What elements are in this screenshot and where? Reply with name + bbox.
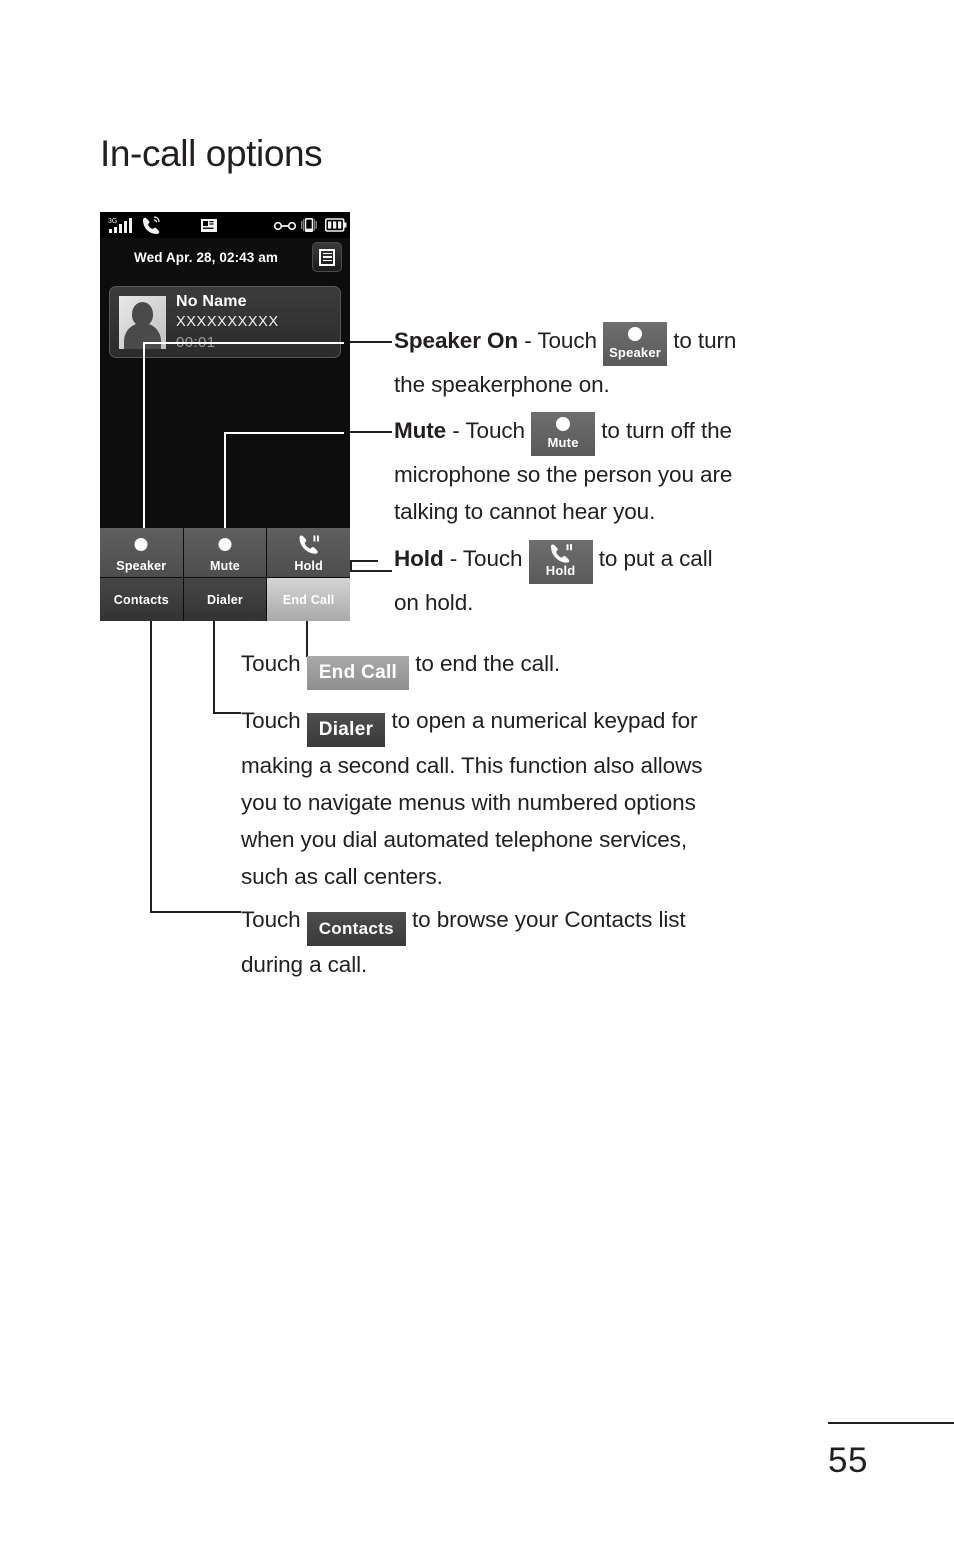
annotation-dash: - — [518, 328, 538, 353]
annotation-after: to turn off the — [595, 418, 732, 443]
phone-screenshot: 3G Wed Apr. 28, 02:43 am No Name XXXXXXX… — [100, 212, 350, 621]
annotation-term-hold: Hold — [394, 546, 444, 571]
annotation-touch: Touch — [537, 328, 604, 353]
annotation-after: to browse your Contacts list — [405, 907, 686, 932]
annotation-touch: Touch — [241, 907, 307, 932]
annotation-term-mute: Mute — [394, 418, 447, 443]
annotation-line3: talking to cannot hear you. — [394, 499, 656, 524]
phone-status-bar: 3G — [100, 212, 350, 238]
phone-button-grid: Speaker Mute Hold Contacts Dialer End Ca… — [100, 528, 350, 621]
svg-text:3G: 3G — [108, 218, 117, 225]
footer-rule — [828, 1422, 954, 1424]
leader-line-hold-h2 — [350, 570, 392, 572]
inline-chip-speaker[interactable]: Speaker — [603, 322, 668, 366]
vibrate-icon — [301, 218, 317, 232]
annotation-speaker: Speaker On - Touch Speaker to turn the s… — [394, 322, 834, 403]
inline-chip-hold[interactable]: Hold — [528, 540, 593, 584]
annotation-mute: Mute - Touch Mute to turn off the microp… — [394, 412, 834, 530]
annotation-touch: Touch — [241, 651, 307, 676]
annotation-contacts: Touch Contacts to browse your Contacts l… — [241, 901, 841, 983]
phone-button-label: Dialer — [207, 592, 243, 607]
phone-button-mute[interactable]: Mute — [183, 528, 267, 577]
leader-line-dialer-h — [213, 712, 241, 714]
hold-icon — [550, 544, 572, 563]
page-title: In-call options — [100, 133, 323, 174]
annotation-term-speaker: Speaker On — [394, 328, 519, 353]
page-number: 55 — [828, 1441, 868, 1480]
dot-icon — [628, 327, 643, 341]
leader-speaker-vertical — [143, 342, 145, 550]
leader-mute-horizontal — [224, 432, 344, 434]
phone-button-hold[interactable]: Hold — [267, 528, 350, 577]
dot-icon — [218, 538, 232, 551]
battery-icon — [325, 218, 347, 232]
menu-lines-glyph — [319, 248, 335, 266]
menu-icon[interactable] — [312, 242, 342, 272]
annotation-line5: such as call centers. — [241, 864, 443, 889]
handset-off-icon — [274, 221, 296, 231]
hold-icon — [299, 535, 319, 554]
dot-icon — [556, 417, 571, 431]
leader-speaker-horizontal — [143, 342, 344, 344]
leader-line-hold-h1 — [350, 560, 378, 562]
leader-line-mute — [350, 431, 392, 433]
annotation-after: to turn — [667, 328, 737, 353]
annotation-dash: - — [446, 418, 466, 443]
annotation-hold: Hold - Touch Hold to put a call on hold. — [394, 540, 834, 621]
annotation-line3: you to navigate menus with numbered opti… — [241, 790, 696, 815]
annotation-line2: during a call. — [241, 952, 368, 977]
leader-line-contacts-h — [150, 911, 241, 913]
app-icon — [201, 219, 217, 232]
inline-chip-dialer[interactable]: Dialer — [306, 713, 386, 747]
leader-line-contacts-v — [150, 621, 152, 913]
phone-button-contacts[interactable]: Contacts — [100, 578, 183, 621]
annotation-touch: Touch — [462, 546, 529, 571]
annotation-endcall: Touch End Call to end the call. — [241, 645, 841, 690]
dot-icon — [134, 538, 148, 551]
phone-button-label: Mute — [210, 558, 240, 573]
phone-button-dialer[interactable]: Dialer — [183, 578, 267, 621]
inline-chip-label: Mute — [547, 435, 579, 450]
phone-button-label: Contacts — [113, 592, 169, 607]
inline-chip-mute[interactable]: Mute — [531, 412, 596, 456]
leader-line-dialer-v — [213, 621, 215, 714]
phone-button-endcall[interactable]: End Call — [267, 578, 350, 621]
inline-chip-label: Hold — [545, 563, 576, 578]
phone-date-bar: Wed Apr. 28, 02:43 am — [100, 238, 350, 280]
inline-chip-contacts[interactable]: Contacts — [306, 912, 406, 946]
annotation-touch: Touch — [241, 708, 307, 733]
annotation-line2: on hold. — [394, 590, 474, 615]
annotation-after: to put a call — [592, 546, 713, 571]
phone-button-speaker[interactable]: Speaker — [100, 528, 183, 577]
annotation-line2: making a second call. This function also… — [241, 753, 703, 778]
contact-name: No Name — [176, 293, 247, 310]
inline-chip-label: Speaker — [609, 345, 662, 360]
ringer-icon — [143, 216, 160, 234]
phone-datetime: Wed Apr. 28, 02:43 am — [134, 250, 278, 265]
phone-button-label: Hold — [294, 558, 323, 573]
annotation-dash: - — [443, 546, 463, 571]
annotation-after: to end the call. — [409, 651, 561, 676]
annotation-line2: microphone so the person you are — [394, 462, 733, 487]
phone-button-label: Speaker — [116, 558, 167, 573]
contact-number: XXXXXXXXXX — [176, 314, 279, 330]
annotation-line2: the speakerphone on. — [394, 372, 610, 397]
leader-line-speaker — [350, 341, 392, 343]
annotation-dialer: Touch Dialer to open a numerical keypad … — [241, 702, 841, 895]
annotation-after: to open a numerical keypad for — [385, 708, 698, 733]
annotation-line4: when you dial automated telephone servic… — [241, 827, 687, 852]
phone-button-label: End Call — [282, 592, 335, 607]
signal-bars-icon: 3G — [108, 218, 132, 233]
inline-chip-endcall[interactable]: End Call — [306, 656, 410, 690]
annotation-touch: Touch — [465, 418, 532, 443]
